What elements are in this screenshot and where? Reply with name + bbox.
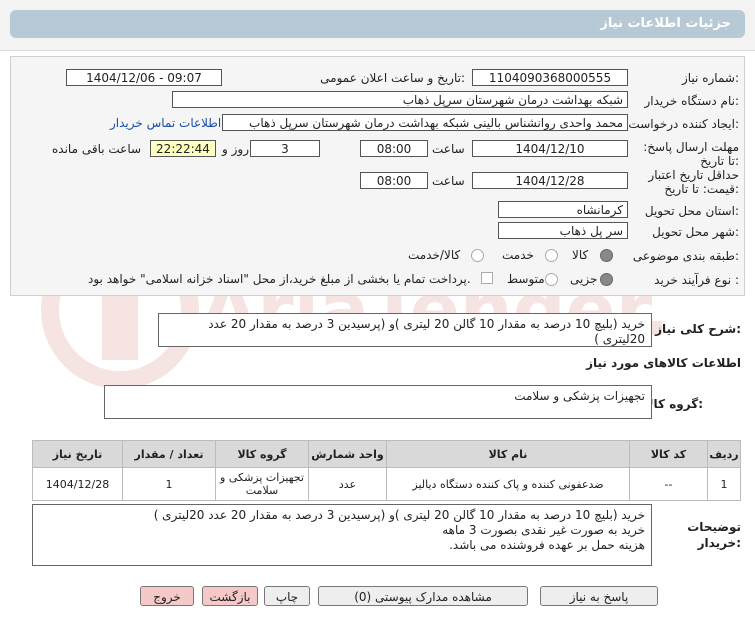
view-docs-button[interactable]: مشاهده مدارک پیوستی (0) — [318, 586, 528, 606]
cell-name: ضدعفونی کننده و پاک کننده دستگاه دیالیز — [386, 467, 630, 501]
goods-table: ردیف کد کالا نام کالا واحد شمارش گروه کا… — [32, 440, 741, 501]
buyer-name-label: نام دستگاه خریدار: — [644, 94, 740, 108]
city-field[interactable]: سر پل ذهاب — [498, 222, 628, 239]
buyer-notes-line: خرید به صورت غیر نقدی بصورت 3 ماهه — [442, 523, 645, 537]
cell-group: تجهیزات پزشکی و سلامت — [215, 467, 309, 501]
buyer-notes-line: هزینه حمل بر عهده فروشنده می باشد. — [449, 538, 645, 552]
category-service-radio[interactable] — [545, 249, 558, 262]
category-service-label: خدمت — [502, 248, 534, 262]
col-row-header: ردیف — [707, 440, 741, 468]
validity-time-field[interactable]: 08:00 — [360, 172, 428, 189]
buyer-name-field[interactable]: شبکه بهداشت درمان شهرستان سرپل ذهاب — [172, 91, 628, 108]
city-label: شهر محل تحویل: — [652, 225, 739, 239]
buyer-notes-textarea[interactable]: خرید (بلیچ 10 درصد به مقدار 10 گالن 20 ل… — [32, 504, 652, 566]
cell-code: -- — [629, 467, 708, 501]
page-title: جزئیات اطلاعات نیاز — [600, 16, 731, 31]
col-date-header: تاریخ نیاز — [32, 440, 123, 468]
validity-time-label: ساعت — [432, 174, 465, 188]
purchase-medium-label: متوسط — [507, 272, 545, 286]
purchase-medium-radio[interactable] — [545, 273, 558, 286]
deadline-time-field[interactable]: 08:00 — [360, 140, 428, 157]
goods-table-header-row: ردیف کد کالا نام کالا واحد شمارش گروه کا… — [32, 440, 741, 468]
summary-textarea[interactable]: خرید (بلیچ 10 درصد به مقدار 10 گالن 20 ل… — [158, 313, 652, 347]
need-number-field[interactable]: 1104090368000555 — [472, 69, 628, 86]
col-qty-header: تعداد / مقدار — [122, 440, 216, 468]
requester-field[interactable]: محمد واحدی روانشناس بالینی شبکه بهداشت د… — [222, 114, 628, 131]
buyer-contact-link[interactable]: اطلاعات تماس خریدار — [110, 116, 221, 130]
page-header: جزئیات اطلاعات نیاز — [0, 0, 755, 51]
cell-date: 1404/12/28 — [32, 467, 123, 501]
cell-unit: عدد — [308, 467, 387, 501]
col-group-header: گروه کالا — [215, 440, 309, 468]
summary-label: شرح کلی نیاز: — [655, 322, 741, 336]
table-row: 1 -- ضدعفونی کننده و پاک کننده دستگاه دی… — [32, 467, 741, 501]
remaining-time-field[interactable]: 22:22:44 — [150, 140, 216, 157]
deadline-time-label: ساعت — [432, 142, 465, 156]
col-code-header: کد کالا — [629, 440, 708, 468]
goods-info-title: اطلاعات کالاهای مورد نیاز — [586, 356, 741, 370]
cell-qty: 1 — [122, 467, 216, 501]
category-both-label: کالا/خدمت — [408, 248, 461, 262]
category-label: طبقه بندی موضوعی: — [632, 249, 739, 263]
province-field[interactable]: کرمانشاه — [498, 201, 628, 218]
category-goods-radio[interactable] — [600, 249, 613, 262]
back-button[interactable]: بازگشت — [202, 586, 258, 606]
purchase-partial-label: جزیی — [570, 272, 598, 286]
treasury-payment-note: پرداخت تمام یا بخشی از مبلغ خرید،از محل … — [88, 272, 471, 286]
exit-button[interactable]: خروج — [140, 586, 194, 606]
province-label: استان محل تحویل: — [644, 204, 739, 218]
category-both-radio[interactable] — [471, 249, 484, 262]
validity-date-field[interactable]: 1404/12/28 — [472, 172, 628, 189]
goods-group-field[interactable]: تجهیزات پزشکی و سلامت — [104, 385, 652, 419]
category-goods-label: کالا — [572, 248, 589, 262]
header-bar: جزئیات اطلاعات نیاز — [10, 10, 745, 38]
col-unit-header: واحد شمارش — [308, 440, 387, 468]
deadline-label: مهلت ارسال پاسخ: تا تاریخ: — [643, 140, 739, 168]
print-button[interactable]: چاپ — [264, 586, 310, 606]
treasury-payment-checkbox[interactable] — [481, 272, 493, 284]
buyer-notes-label: توضیحات خریدار: — [687, 520, 741, 550]
need-number-label: شماره نیاز: — [681, 71, 739, 85]
cell-row: 1 — [707, 467, 741, 501]
validity-label: حداقل تاریخ اعتبار قیمت: تا تاریخ: — [648, 168, 739, 196]
buyer-notes-line: خرید (بلیچ 10 درصد به مقدار 10 گالن 20 ل… — [153, 508, 645, 522]
reply-button[interactable]: پاسخ به نیاز — [540, 586, 658, 606]
purchase-type-label: نوع فرآیند خرید : — [654, 273, 739, 287]
announce-label: تاریخ و ساعت اعلان عمومی: — [320, 71, 465, 85]
deadline-date-field[interactable]: 1404/12/10 — [472, 140, 628, 157]
days-label: روز و — [222, 142, 249, 156]
announce-field[interactable]: 1404/12/06 - 09:07 — [66, 69, 222, 86]
purchase-partial-radio[interactable] — [600, 273, 613, 286]
remaining-label: ساعت باقی مانده — [52, 142, 142, 156]
goods-group-label: گروه کالا: — [644, 397, 703, 411]
col-name-header: نام کالا — [386, 440, 630, 468]
requester-label: ایجاد کننده درخواست: — [628, 117, 739, 131]
days-field[interactable]: 3 — [250, 140, 320, 157]
